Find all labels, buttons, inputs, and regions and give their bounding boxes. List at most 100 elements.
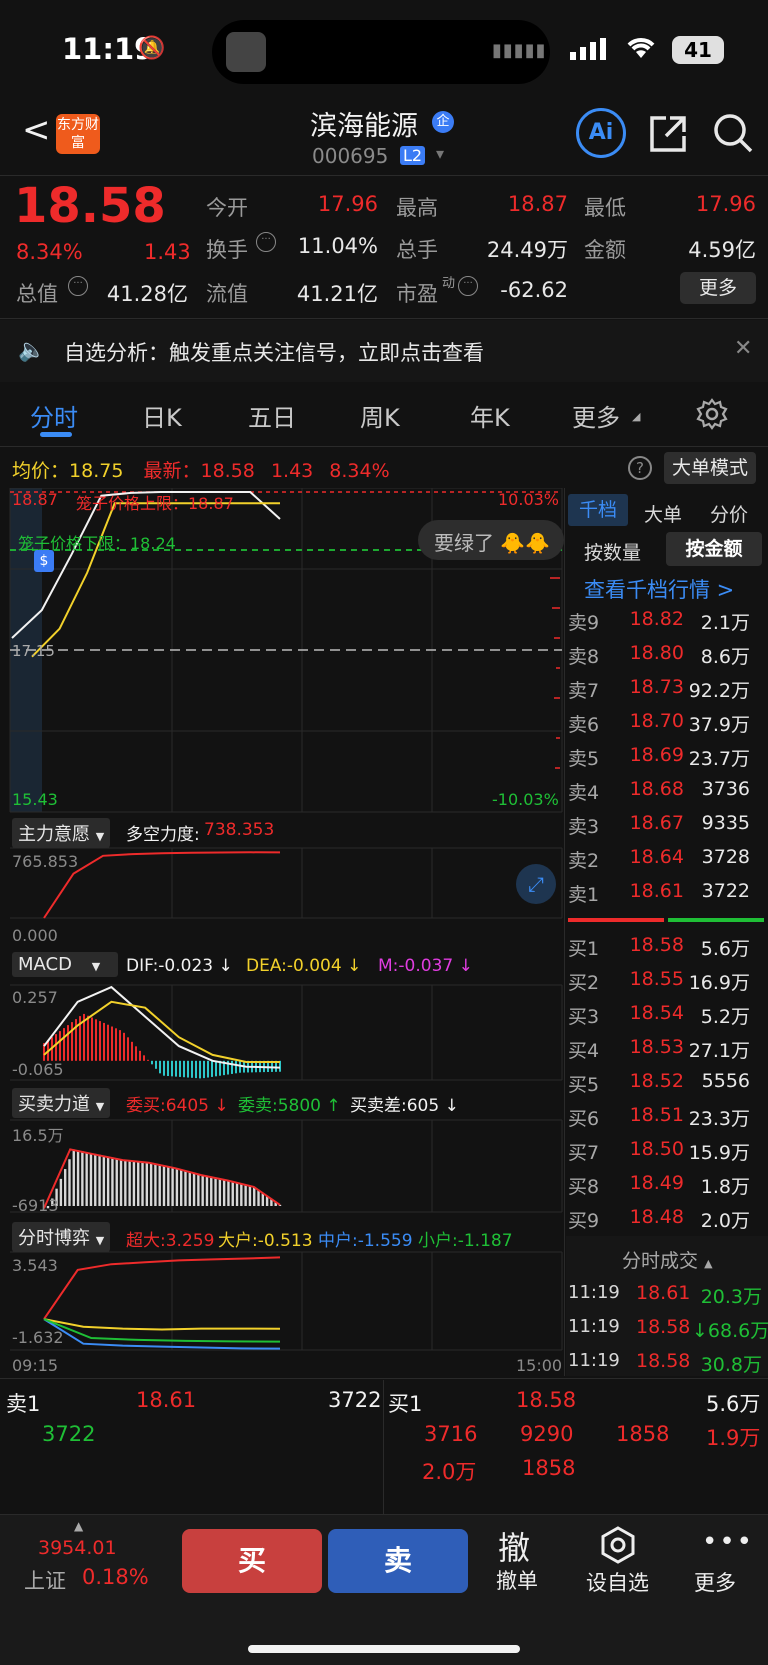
quote-value-volume: 24.49万 — [486, 238, 568, 262]
pe-dynamic-sup: 动 — [442, 276, 456, 291]
bid-row-price: 18.50 — [629, 1138, 684, 1160]
ai-assistant-button[interactable]: Ai — [576, 108, 626, 158]
view-depth-link[interactable]: 查看千档行情 > — [584, 574, 734, 604]
quote-label-open: 今开 — [206, 196, 248, 220]
code-dropdown-icon[interactable]: ▾ — [436, 144, 444, 163]
quote-value-float-value: 41.21亿 — [296, 282, 378, 306]
panel4-title[interactable]: 分时博弈 ▼ — [12, 1222, 111, 1252]
trade-price: 18.58 — [636, 1316, 691, 1338]
game-mid: 中户:-1.559 — [318, 1231, 413, 1251]
info-icon[interactable]: ··· — [458, 276, 478, 296]
side-subtab-amount[interactable]: 按金额 — [666, 532, 762, 566]
queue-right-item: 2.0万 — [422, 1460, 477, 1484]
index-pct[interactable]: 0.18% — [82, 1565, 149, 1589]
settings-gear-icon[interactable] — [696, 398, 728, 434]
macd-dif: DIF:-0.023 ↓ — [126, 956, 233, 976]
force-buy: 委买:6405 ↓ — [126, 1096, 229, 1116]
force-sell: 委卖:5800 ↑ — [238, 1096, 341, 1116]
panel1-ind-label: 多空力度: — [126, 825, 200, 845]
bottom-toolbar: ▲ 3954.01 上证 0.18% 买 卖 撤 撤单 设自选 ••• 更多 — [0, 1514, 768, 1665]
help-icon[interactable]: ? — [628, 456, 652, 480]
bid-row-label: 买7 — [568, 1142, 600, 1164]
cancel-order-icon[interactable]: 撤 — [498, 1523, 530, 1569]
bid-row-price: 18.55 — [629, 968, 684, 990]
notice-bar[interactable]: 🔈 自选分析：触发重点关注信号，立即点击查看 ✕ — [0, 320, 768, 382]
bid-row-label: 买3 — [568, 1006, 600, 1028]
panel3-title[interactable]: 买卖力道 ▼ — [12, 1088, 111, 1118]
bird-emoji-icon: 🐥🐥 — [500, 531, 551, 555]
tab-daily-k[interactable]: 日K — [142, 398, 182, 433]
eastmoney-logo: 东方财富 — [56, 114, 100, 154]
bid-row-vol: 23.3万 — [688, 1108, 750, 1130]
ask-row-vol: 9335 — [701, 812, 750, 834]
panel1-min: 0.000 — [12, 926, 58, 945]
more-dots-icon[interactable]: ••• — [702, 1527, 754, 1557]
panel1-title[interactable]: 主力意愿 ▼ — [12, 818, 111, 848]
ask-row-vol: 8.6万 — [700, 646, 750, 668]
cancel-order-label[interactable]: 撤单 — [496, 1565, 538, 1595]
sell-button[interactable]: 卖 — [328, 1529, 468, 1593]
ask-row-price: 18.70 — [629, 710, 684, 732]
add-watchlist-label[interactable]: 设自选 — [586, 1567, 649, 1597]
panel3-title-text: 买卖力道 — [18, 1094, 90, 1115]
right-edge-ticks — [550, 577, 560, 769]
big-order-mode-button[interactable]: 大单模式 — [664, 452, 756, 484]
search-icon[interactable] — [712, 112, 754, 158]
change-amount: 1.43 — [144, 240, 191, 264]
more-quote-button[interactable]: 更多 — [680, 272, 756, 304]
ask-row-label: 卖1 — [568, 884, 600, 906]
game-big: 大户:-0.513 — [218, 1231, 313, 1251]
queue-right-vol: 5.6万 — [706, 1392, 761, 1416]
tab-more[interactable]: 更多 — [572, 398, 620, 433]
tab-yearly-k[interactable]: 年K — [470, 398, 510, 433]
speaker-icon: 🔈 — [18, 338, 46, 363]
tab-five-day[interactable]: 五日 — [248, 398, 296, 433]
back-button[interactable]: < — [22, 110, 51, 150]
app-root: 11:19 🔕 ▮▮▮▮▮ 41 < 东方财富 滨海能源 企 000695 L2… — [0, 0, 768, 1665]
bid-row-label: 买1 — [568, 938, 600, 960]
price-info-line: 均价：18.75 最新：18.58 1.43 8.34% — [12, 456, 390, 483]
add-watchlist-icon[interactable] — [598, 1525, 638, 1569]
signal-marker-icon[interactable]: $ — [34, 550, 54, 572]
avg-price: 18.75 — [69, 460, 124, 482]
queue-right-item: 1858 — [616, 1422, 670, 1446]
queue-divider — [383, 1380, 384, 1514]
divider — [0, 1378, 768, 1379]
trades-title[interactable]: 分时成交 ▲ — [622, 1246, 713, 1273]
info-icon[interactable]: ··· — [256, 232, 276, 252]
more-menu-label[interactable]: 更多 — [694, 1567, 736, 1597]
side-tab-depth[interactable]: 千档 — [568, 494, 628, 526]
bid-row-price: 18.52 — [629, 1070, 684, 1092]
tab-weekly-k[interactable]: 周K — [360, 398, 400, 433]
caret-up-icon[interactable]: ▲ — [74, 1519, 83, 1533]
panel1-max: 765.853 — [12, 852, 79, 871]
side-tab-price[interactable]: 分价 — [710, 500, 748, 527]
bid-row-label: 买8 — [568, 1176, 600, 1198]
expand-icon[interactable]: ⤢ — [516, 864, 556, 904]
panel4-title-text: 分时博弈 — [18, 1228, 90, 1249]
tab-intraday[interactable]: 分时 — [30, 398, 78, 433]
buy-button[interactable]: 买 — [182, 1529, 322, 1593]
index-name[interactable]: 上证 — [24, 1565, 66, 1595]
super-large-line — [43, 1256, 281, 1320]
bid-row-label: 买4 — [568, 1040, 600, 1062]
queue-right-item: 1858 — [522, 1456, 576, 1480]
side-subtab-quantity[interactable]: 按数量 — [584, 538, 641, 565]
game-small: 小户:-1.187 — [418, 1231, 513, 1251]
side-tab-big-order[interactable]: 大单 — [644, 500, 682, 527]
close-icon[interactable]: ✕ — [734, 336, 752, 361]
bid-row-vol: 5556 — [701, 1070, 750, 1092]
queue-left-price: 18.61 — [136, 1388, 197, 1412]
divider — [0, 318, 768, 319]
status-bar: 11:19 🔕 ▮▮▮▮▮ 41 — [0, 0, 768, 100]
axis-top-price: 18.87 — [12, 490, 58, 509]
comment-bubble[interactable]: 要绿了 🐥🐥 — [418, 520, 564, 560]
share-icon[interactable] — [648, 114, 688, 158]
panel2-title[interactable]: MACD ▼ — [12, 952, 118, 977]
info-icon[interactable]: ··· — [68, 276, 88, 296]
bid-row-vol: 15.9万 — [688, 1142, 750, 1164]
quote-value-low: 17.96 — [695, 192, 756, 216]
queue-left-item: 3722 — [42, 1422, 96, 1446]
battery-icon: 41 — [672, 36, 724, 64]
index-value[interactable]: 3954.01 — [38, 1537, 117, 1559]
